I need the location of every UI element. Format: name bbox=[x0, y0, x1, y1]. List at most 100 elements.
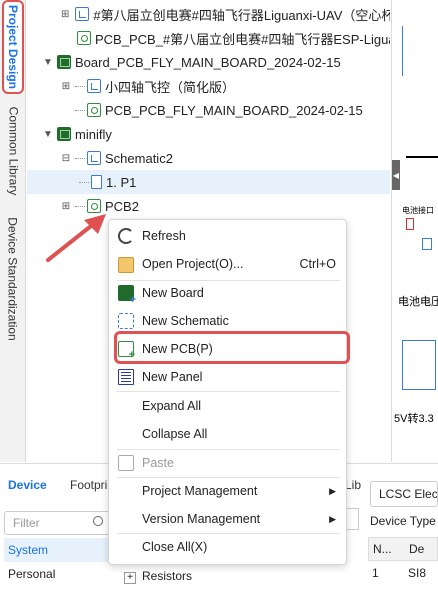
menu-item-shortcut: Ctrl+O bbox=[299, 257, 336, 271]
tab-project-design[interactable]: Project Design bbox=[2, 0, 24, 94]
category-personal[interactable]: Personal bbox=[4, 562, 108, 586]
menu-item-label: Version Management bbox=[142, 512, 261, 526]
schematic-block bbox=[402, 340, 436, 390]
schematic-wire bbox=[406, 156, 438, 158]
app-root: Project Design Common Library Device Sta… bbox=[0, 0, 438, 591]
menu-item-label: New Schematic bbox=[142, 314, 229, 328]
table-cell: SI8 bbox=[408, 566, 427, 580]
tree-connector bbox=[75, 85, 85, 87]
menu-item-label: Paste bbox=[142, 456, 174, 470]
canvas-label: 5V转3.3 bbox=[394, 413, 434, 425]
board-icon bbox=[57, 55, 71, 69]
tree-item[interactable]: PCB_PCB_FLY_MAIN_BOARD_2024-02-15 bbox=[27, 98, 390, 122]
resistors-item[interactable]: + Resistors bbox=[124, 569, 192, 584]
expand-toggle-icon[interactable]: ⊞ bbox=[61, 9, 69, 20]
menu-item-new-panel[interactable]: New Panel bbox=[109, 363, 348, 391]
tab-device[interactable]: Device bbox=[8, 478, 47, 492]
tree-item-label: Board_PCB_FLY_MAIN_BOARD_2024-02-15 bbox=[75, 54, 341, 70]
vertical-tab-strip: Project Design Common Library Device Sta… bbox=[0, 0, 26, 462]
tree-item[interactable]: ▼ Board_PCB_FLY_MAIN_BOARD_2024-02-15 bbox=[27, 50, 390, 74]
canvas-label: 电池电压 bbox=[398, 296, 438, 308]
tree-connector bbox=[75, 205, 85, 207]
menu-item-label: Expand All bbox=[142, 399, 202, 413]
new-panel-icon bbox=[118, 369, 134, 385]
menu-item-paste: Paste bbox=[109, 449, 348, 477]
tree-item-label: 小四轴飞控（简化版） bbox=[105, 79, 236, 95]
blank-icon bbox=[118, 539, 134, 555]
tab-device-standardization-label: Device Standardization bbox=[6, 217, 20, 341]
menu-item-version-management[interactable]: Version Management ▶ bbox=[109, 505, 348, 533]
pcb-icon bbox=[77, 31, 91, 45]
collapse-toggle-icon[interactable]: ⊟ bbox=[61, 153, 71, 164]
menu-item-open-project[interactable]: Open Project(O)... Ctrl+O bbox=[109, 250, 348, 278]
search-icon bbox=[93, 516, 103, 526]
device-type-label: Device Type bbox=[370, 514, 436, 528]
table-row[interactable]: 1 SI8 bbox=[368, 561, 438, 585]
board-icon bbox=[57, 127, 71, 141]
tree-item-selected[interactable]: 1. P1 bbox=[27, 170, 390, 194]
tree-item-label: 1. P1 bbox=[106, 174, 137, 190]
expand-toggle-icon[interactable]: ⊞ bbox=[61, 81, 71, 92]
canvas-preview[interactable]: ◀ 电池接口 电池电压 5V转3.3 bbox=[391, 0, 438, 462]
tab-common-library-label: Common Library bbox=[6, 106, 21, 196]
submenu-arrow-icon: ▶ bbox=[329, 513, 336, 524]
menu-item-close-all[interactable]: Close All(X) bbox=[109, 533, 348, 561]
blank-icon bbox=[118, 483, 134, 499]
tree-connector bbox=[79, 181, 89, 183]
resistors-label: Resistors bbox=[142, 569, 193, 583]
tree-item-label: #第八届立创电赛#四轴飞行器Liguanxi-UAV（空心杯无 bbox=[93, 7, 390, 23]
canvas-label: 电池接口 bbox=[402, 206, 434, 215]
menu-item-new-board[interactable]: New Board bbox=[109, 279, 348, 307]
tree-item-label: minifly bbox=[75, 126, 112, 142]
new-schematic-icon bbox=[118, 313, 134, 329]
expand-toggle-icon[interactable]: ⊞ bbox=[61, 201, 71, 212]
collapse-toggle-icon[interactable]: ▼ bbox=[43, 129, 53, 140]
pcb-icon bbox=[87, 103, 101, 117]
tab-common-library[interactable]: Common Library bbox=[2, 100, 24, 202]
tree-connector bbox=[75, 157, 85, 159]
menu-item-expand-all[interactable]: Expand All bbox=[109, 392, 348, 420]
filter-input[interactable]: Filter bbox=[4, 511, 110, 535]
tree-item[interactable]: ▼ minifly bbox=[27, 122, 390, 146]
table-header-cell[interactable]: De bbox=[409, 542, 424, 556]
tab-project-design-label: Project Design bbox=[6, 4, 20, 90]
tree-item[interactable]: ⊞ #第八届立创电赛#四轴飞行器Liguanxi-UAV（空心杯无 bbox=[27, 2, 390, 26]
tab-footprint[interactable]: Footpri bbox=[70, 478, 107, 492]
menu-item-label: Collapse All bbox=[142, 427, 208, 441]
refresh-icon bbox=[118, 228, 134, 244]
panel-collapse-icon[interactable]: ◀ bbox=[392, 160, 400, 190]
context-menu: Refresh Open Project(O)... Ctrl+O New Bo… bbox=[108, 219, 350, 565]
tab-device-standardization[interactable]: Device Standardization bbox=[2, 210, 24, 348]
menu-item-refresh[interactable]: Refresh bbox=[109, 222, 348, 250]
category-system[interactable]: System bbox=[4, 538, 108, 562]
blank-icon bbox=[118, 426, 134, 442]
pcb-icon bbox=[87, 199, 101, 213]
schematic-wire bbox=[402, 26, 438, 76]
table-header: N... De bbox=[368, 537, 438, 561]
table-header-cell[interactable]: N... bbox=[369, 542, 409, 556]
schematic-icon bbox=[75, 7, 90, 21]
annotation-arrow-icon bbox=[46, 214, 106, 262]
lcsc-electronics-select[interactable]: LCSC Elec bbox=[370, 481, 438, 507]
new-board-icon bbox=[118, 285, 136, 306]
blank-icon bbox=[118, 511, 134, 527]
collapse-toggle-icon[interactable]: ▼ bbox=[43, 57, 53, 68]
menu-item-project-management[interactable]: Project Management ▶ bbox=[109, 477, 348, 505]
menu-item-label: New Board bbox=[142, 286, 204, 300]
folder-icon bbox=[118, 257, 134, 273]
tree-item[interactable]: ⊞ 小四轴飞控（简化版） bbox=[27, 74, 390, 98]
table-cell: 1 bbox=[372, 566, 379, 580]
menu-item-collapse-all[interactable]: Collapse All bbox=[109, 420, 348, 448]
schematic-component bbox=[406, 218, 414, 230]
highlight-box bbox=[114, 331, 350, 364]
page-icon bbox=[91, 175, 102, 189]
tree-item[interactable]: ⊟ Schematic2 bbox=[27, 146, 390, 170]
filter-placeholder: Filter bbox=[13, 516, 40, 530]
blank-icon bbox=[118, 398, 134, 414]
expand-icon[interactable]: + bbox=[124, 572, 136, 584]
submenu-arrow-icon: ▶ bbox=[329, 485, 336, 496]
schematic-component bbox=[422, 238, 432, 250]
tree-item-label: PCB2 bbox=[105, 198, 139, 214]
tree-item[interactable]: PCB_PCB_#第八届立创电赛#四轴飞行器ESP-Liguanxi_ bbox=[27, 26, 390, 50]
tree-connector bbox=[75, 109, 85, 111]
